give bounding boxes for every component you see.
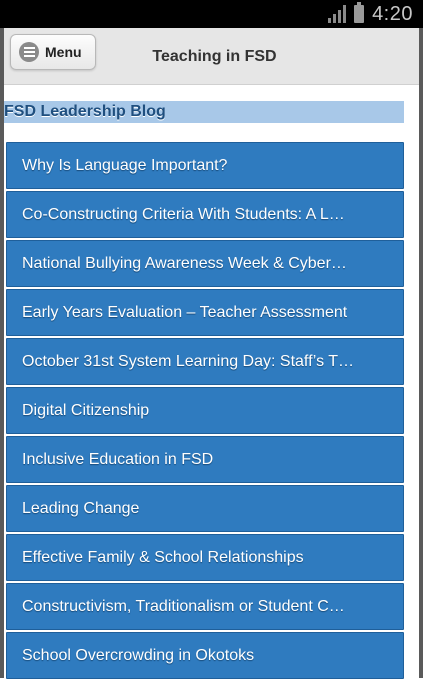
battery-icon <box>354 2 365 23</box>
post-list-item[interactable]: Early Years Evaluation – Teacher Assessm… <box>6 289 404 336</box>
status-time: 4:20 <box>372 2 413 25</box>
post-title: National Bullying Awareness Week & Cyber… <box>22 254 347 272</box>
post-title: Co-Constructing Criteria With Students: … <box>22 205 345 223</box>
post-list-item[interactable]: National Bullying Awareness Week & Cyber… <box>6 240 404 287</box>
page-title: Teaching in FSD <box>152 48 277 65</box>
menu-button-label: Menu <box>45 44 82 60</box>
section-heading: FSD Leadership Blog <box>4 101 404 123</box>
post-list-item[interactable]: Effective Family & School Relationships <box>6 534 404 581</box>
post-list-item[interactable]: Leading Change <box>6 485 404 532</box>
menu-icon <box>19 42 39 62</box>
post-title: Early Years Evaluation – Teacher Assessm… <box>22 303 348 321</box>
app-frame: Menu Teaching in FSD FSD Leadership Blog… <box>0 28 423 681</box>
post-title: Effective Family & School Relationships <box>22 548 304 566</box>
post-list-item[interactable]: Co-Constructing Criteria With Students: … <box>6 191 404 238</box>
post-list-item[interactable]: Constructivism, Traditionalism or Studen… <box>6 583 404 630</box>
post-title: Inclusive Education in FSD <box>22 450 214 468</box>
post-list-item[interactable]: Digital Citizenship <box>6 387 404 434</box>
post-list-item[interactable]: School Overcrowding in Okotoks <box>6 632 404 679</box>
post-list-item[interactable]: Inclusive Education in FSD <box>6 436 404 483</box>
post-title: Why Is Language Important? <box>22 156 228 174</box>
post-list-item[interactable]: Why Is Language Important? <box>6 142 404 189</box>
post-title: Constructivism, Traditionalism or Studen… <box>22 597 345 615</box>
signal-icon <box>328 5 347 23</box>
menu-button[interactable]: Menu <box>10 34 96 70</box>
post-list: Why Is Language Important? Co-Constructi… <box>6 142 404 681</box>
post-title: School Overcrowding in Okotoks <box>22 646 255 664</box>
post-title: Digital Citizenship <box>22 401 150 419</box>
post-title: Leading Change <box>22 499 140 517</box>
header: Menu Teaching in FSD <box>4 28 419 85</box>
post-title: October 31st System Learning Day: Staff’… <box>22 352 354 370</box>
post-list-item[interactable]: October 31st System Learning Day: Staff’… <box>6 338 404 385</box>
status-bar: 4:20 <box>0 0 423 28</box>
